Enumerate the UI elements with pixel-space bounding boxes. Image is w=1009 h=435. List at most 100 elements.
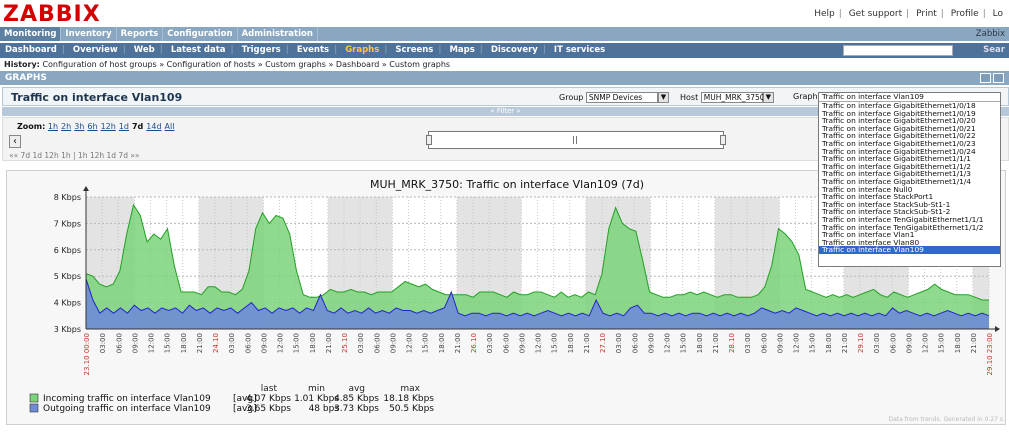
history-path[interactable]: Configuration of host groups » Configura…	[42, 60, 450, 69]
x-tick-label: 06:00	[502, 333, 510, 353]
zabbix-page: ZABBIX Help | Get support | Print | Profile…	[0, 0, 1009, 435]
zoom-all[interactable]: All	[165, 122, 175, 131]
x-tick-label: 12:00	[277, 333, 285, 353]
x-tick-label: 06:00	[115, 333, 123, 353]
x-tick-label: 15:00	[809, 333, 817, 353]
period-scrollbar[interactable]	[426, 131, 726, 149]
x-tick-label: 15:00	[680, 333, 688, 353]
link-separator: |	[906, 9, 910, 19]
x-tick-label: 18:00	[567, 333, 575, 353]
submenu-latest-data[interactable]: Latest data	[166, 43, 231, 58]
menu-monitoring[interactable]: Monitoring	[0, 27, 62, 41]
x-tick-label: 03:00	[873, 333, 881, 353]
submenu-maps[interactable]: Maps	[444, 43, 479, 58]
submenu-events[interactable]: Events	[292, 43, 334, 58]
y-tick-label: 8 Kbps	[54, 193, 81, 202]
x-tick-label: 21:00	[841, 333, 849, 353]
x-tick-label: 09:00	[776, 333, 784, 353]
zabbix-logo[interactable]: ZABBIX	[3, 2, 101, 27]
x-tick-label: 24.10	[212, 333, 220, 353]
submenu-overview[interactable]: Overview	[68, 43, 123, 58]
x-tick-label: 03:00	[486, 333, 494, 353]
period-back-links[interactable]: «« 7d 1d 12h 1h	[9, 151, 71, 160]
zoom-1h[interactable]: 1h	[48, 122, 58, 131]
scrollbar-left-handle[interactable]	[426, 135, 432, 145]
zoom-6h[interactable]: 6h	[87, 122, 97, 131]
period-nav: «« 7d 1d 12h 1h | 1h 12h 1d 7d »»	[9, 151, 140, 160]
x-tick-label: 06:00	[760, 333, 768, 353]
x-tick-label: 09:00	[518, 333, 526, 353]
breadcrumb: History: Configuration of host groups » …	[4, 60, 450, 69]
submenu-triggers[interactable]: Triggers	[237, 43, 286, 58]
profile-link[interactable]: Profile	[951, 9, 979, 19]
y-tick-label: 5 Kbps	[54, 272, 81, 281]
menu-inventory[interactable]: Inventory	[61, 27, 117, 41]
x-tick-label: 15:00	[551, 333, 559, 353]
period-forward-links[interactable]: 1h 12h 1d 7d »»	[78, 151, 140, 160]
print-link[interactable]: Print	[916, 9, 937, 19]
menu-reports[interactable]: Reports	[117, 27, 164, 41]
zoom-14d[interactable]: 14d	[146, 122, 161, 131]
x-tick-label: 26.10	[470, 333, 478, 353]
zoom-1d[interactable]: 1d	[119, 122, 129, 131]
help-link[interactable]: Help	[814, 9, 835, 19]
x-tick-label: 12:00	[793, 333, 801, 353]
submenu-it-services[interactable]: IT services	[549, 43, 610, 58]
host-select[interactable]: MUH_MRK_3750	[700, 92, 765, 103]
x-tick-label: 03:00	[228, 333, 236, 353]
zoom-7d-active[interactable]: 7d	[132, 122, 143, 131]
y-tick-label: 6 Kbps	[54, 246, 81, 255]
header-icons	[978, 73, 1004, 88]
x-tick-label: 29.10	[857, 333, 865, 353]
x-tick-label: 06:00	[631, 333, 639, 353]
submenu-screens[interactable]: Screens	[390, 43, 438, 58]
submenu-web[interactable]: Web	[129, 43, 160, 58]
x-tick-label: 06:00	[373, 333, 381, 353]
chevron-down-icon[interactable]: ▼	[762, 92, 774, 103]
get-support-link[interactable]: Get support	[849, 9, 902, 19]
logout-link[interactable]: Lo	[993, 9, 1003, 19]
x-tick-label: 23.10 00:00	[83, 333, 91, 375]
submenu-divider: |	[384, 45, 388, 55]
zoom-3h[interactable]: 3h	[74, 122, 84, 131]
x-tick-label: 18:00	[954, 333, 962, 353]
x-tick-label: 03:00	[744, 333, 752, 353]
legend-max-value: 18.18 Kbps	[383, 394, 434, 404]
graph-select-dropdown[interactable]: Traffic on interface Vlan109 Traffic on …	[818, 92, 1001, 267]
submenu-graphs[interactable]: Graphs	[340, 43, 384, 58]
legend-series-name: Incoming traffic on interface Vlan109	[43, 394, 211, 404]
favourite-icon[interactable]	[993, 73, 1004, 83]
x-tick-label: 15:00	[293, 333, 301, 353]
x-tick-label: 25.10	[341, 333, 349, 353]
link-separator: |	[982, 9, 986, 19]
menu-administration[interactable]: Administration	[238, 27, 318, 41]
x-tick-label: 15:00	[422, 333, 430, 353]
group-select[interactable]: SNMP Devices	[585, 92, 658, 103]
scrollbar-right-handle[interactable]	[720, 135, 726, 145]
zoom-2h[interactable]: 2h	[61, 122, 71, 131]
zoom-line: Zoom: 1h 2h 3h 6h 12h 1d 7d 14d All	[17, 122, 177, 131]
incoming-legend-swatch	[29, 393, 39, 403]
x-tick-label: 09:00	[131, 333, 139, 353]
fullscreen-icon[interactable]	[980, 73, 991, 83]
sub-menu: Dashboard | Overview | Web | Latest data | T…	[0, 43, 1009, 58]
scrollbar-grip[interactable]	[573, 136, 577, 144]
legend-last-value: 3.65 Kbps	[246, 404, 291, 414]
x-tick-label: 09:00	[389, 333, 397, 353]
submenu-dashboard[interactable]: Dashboard	[0, 43, 62, 58]
y-axis-arrow-icon	[83, 186, 89, 191]
section-title: GRAPHS	[5, 73, 47, 83]
chevron-left-icon[interactable]: ‹	[9, 135, 21, 148]
x-tick-label: 09:00	[647, 333, 655, 353]
x-tick-label: 06:00	[889, 333, 897, 353]
submenu-discovery[interactable]: Discovery	[486, 43, 543, 58]
graph-option[interactable]: Traffic on interface Vlan109	[819, 246, 1000, 254]
zoom-12h[interactable]: 12h	[101, 122, 116, 131]
submenu-divider: |	[542, 45, 546, 55]
graph-label: Graph	[793, 92, 818, 101]
search-button[interactable]: Sear	[983, 43, 1005, 58]
chevron-down-icon[interactable]: ▼	[657, 92, 669, 103]
menu-configuration[interactable]: Configuration	[163, 27, 238, 41]
search-input[interactable]	[843, 45, 953, 56]
period-nav-separator: |	[73, 151, 76, 160]
